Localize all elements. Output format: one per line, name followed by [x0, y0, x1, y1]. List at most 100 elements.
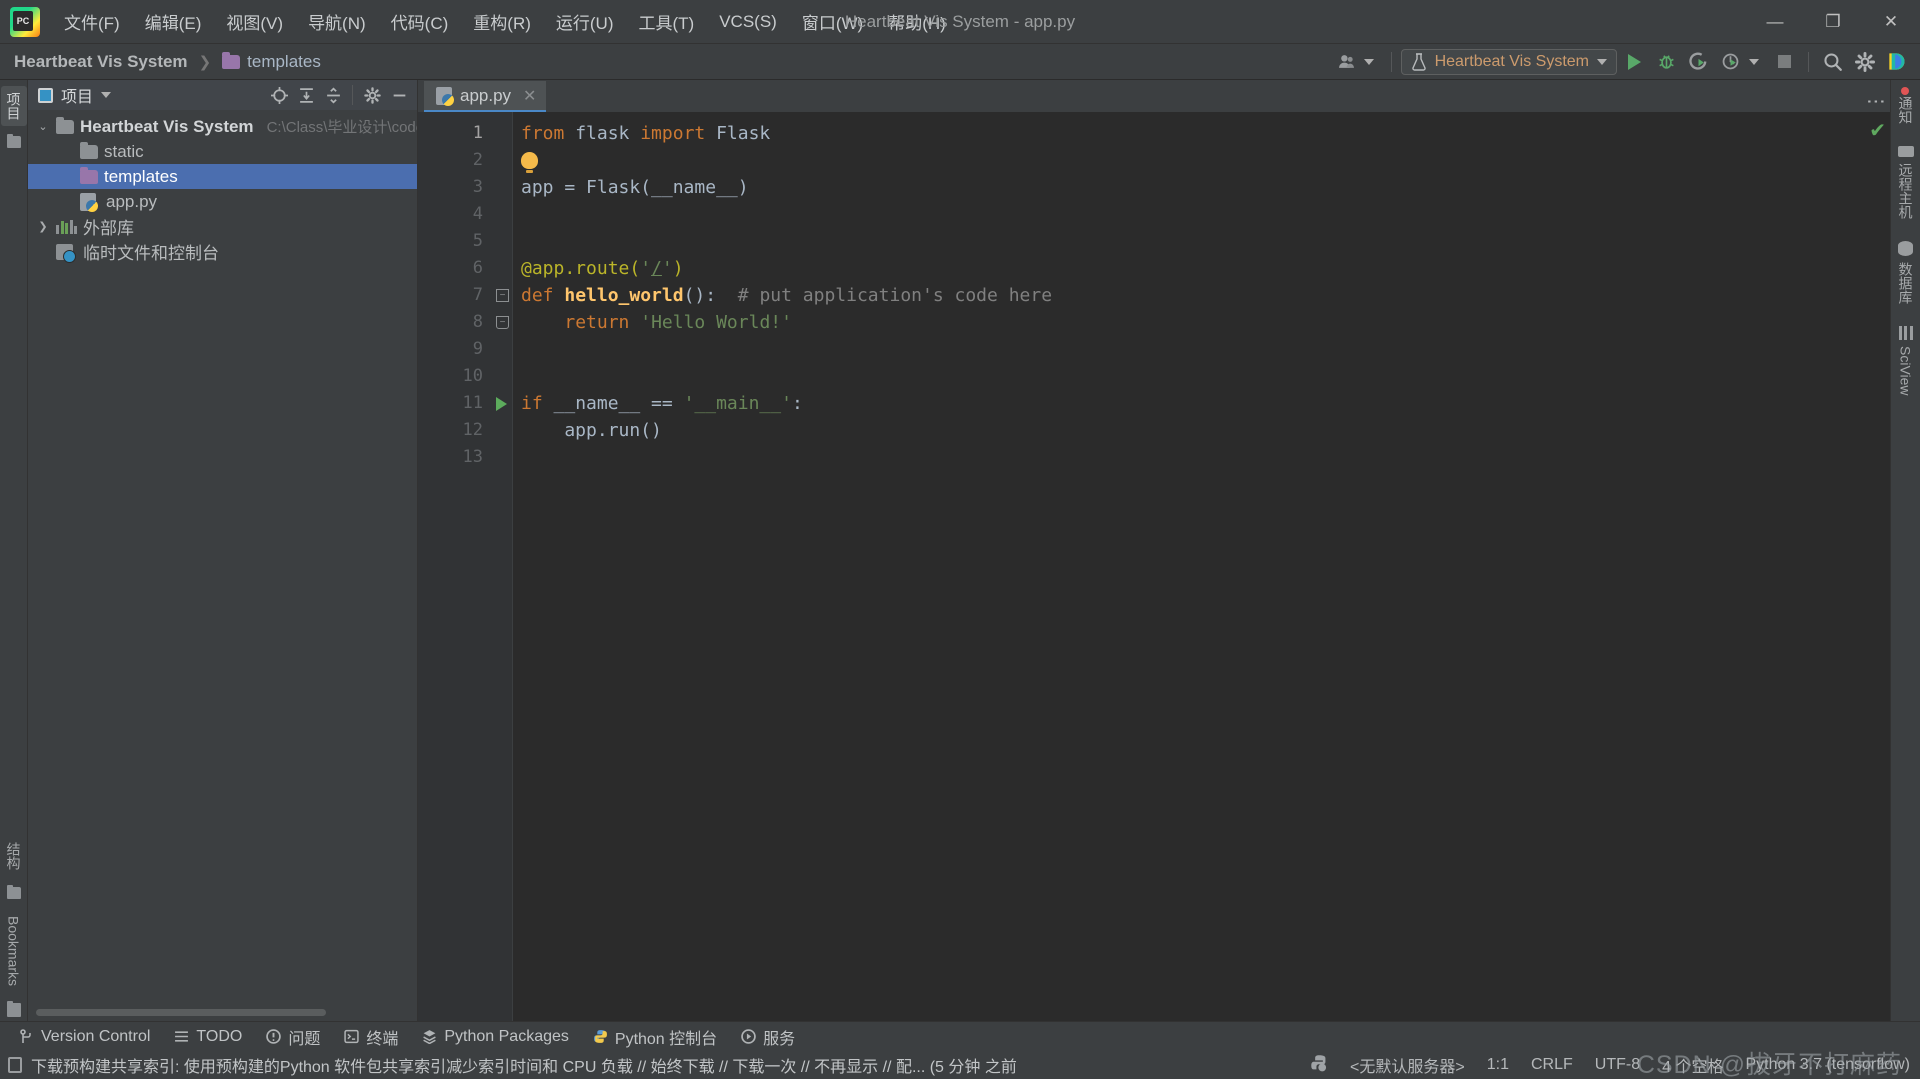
project-tool-window: 项目 — [28, 80, 418, 1021]
menu-item-refactor[interactable]: 重构(R) — [461, 4, 543, 39]
menu-item-help[interactable]: 帮助(H) — [876, 4, 958, 39]
editor-tab-bar: app.py ✕ ⋮ — [418, 80, 1890, 112]
sidebar-item-project[interactable]: 项目 — [1, 86, 27, 126]
tab-app-py[interactable]: app.py ✕ — [424, 81, 546, 112]
user-account-caret-icon[interactable] — [1364, 59, 1374, 65]
tree-row-templates[interactable]: templates — [28, 164, 417, 189]
fold-region-icon[interactable]: − — [496, 289, 509, 302]
settings-gear-icon[interactable] — [1850, 48, 1880, 76]
menu-item-navigate[interactable]: 导航(N) — [296, 4, 378, 39]
sidebar-item-label: 数据库 — [1896, 262, 1916, 304]
status-line-separator[interactable]: CRLF — [1531, 1056, 1573, 1074]
fold-region-end-icon[interactable]: − — [496, 316, 509, 329]
close-tab-icon[interactable]: ✕ — [523, 86, 536, 106]
sidebar-item-remote-host[interactable]: 远程主机 — [1896, 146, 1916, 219]
inspection-status-icon[interactable]: ✔ — [1869, 118, 1886, 143]
user-account-icon[interactable] — [1332, 48, 1362, 76]
menu-item-view[interactable]: 视图(V) — [214, 4, 295, 39]
profile-button[interactable] — [1715, 48, 1745, 76]
tool-window-label: Python 控制台 — [615, 1025, 717, 1049]
sidebar-item-bookmarks[interactable]: Bookmarks — [3, 909, 25, 993]
code-line-3: app = Flask(__name__) — [521, 174, 1868, 201]
line-number: 9 — [418, 336, 493, 363]
status-message[interactable]: 下载预构建共享索引: 使用预构建的Python 软件包共享索引减少索引时间和 C… — [31, 1053, 1017, 1077]
close-button[interactable]: ✕ — [1862, 0, 1920, 44]
tool-window-label: Python Packages — [444, 1028, 569, 1046]
code-line-8: return 'Hello World!' — [521, 309, 1868, 336]
run-with-coverage-button[interactable] — [1683, 48, 1713, 76]
menu-item-window[interactable]: 窗口(W) — [790, 4, 875, 39]
tree-row-external-libraries[interactable]: ❯ 外部库 — [28, 214, 417, 239]
run-configuration-selector[interactable]: Heartbeat Vis System — [1401, 49, 1617, 75]
tool-window-python-packages[interactable]: Python Packages — [411, 1024, 580, 1050]
project-files-icon[interactable] — [7, 136, 21, 148]
sidebar-item-structure[interactable]: 结构 — [1, 835, 27, 877]
expand-arrow-icon[interactable]: ⌄ — [36, 120, 50, 133]
expand-all-icon[interactable] — [294, 83, 318, 107]
tree-row-scratches[interactable]: 临时文件和控制台 — [28, 239, 417, 264]
tree-row-app-py[interactable]: app.py — [28, 189, 417, 214]
tool-window-python-console[interactable]: Python 控制台 — [582, 1021, 728, 1053]
breadcrumb-project[interactable]: Heartbeat Vis System — [14, 52, 188, 72]
sidebar-item-sciview[interactable]: SciView — [1898, 326, 1914, 396]
profile-dropdown-caret-icon[interactable] — [1749, 59, 1759, 65]
collapse-arrow-icon[interactable]: ❯ — [36, 220, 50, 233]
stop-button[interactable] — [1769, 48, 1799, 76]
line-number: 8 — [418, 309, 493, 336]
menu-item-file[interactable]: 文件(F) — [52, 4, 132, 39]
run-line-gutter-icon[interactable] — [496, 397, 507, 411]
datalore-icon[interactable] — [1882, 48, 1912, 76]
sidebar-item-label: 通知 — [1896, 96, 1916, 124]
run-configuration-caret-icon[interactable] — [1597, 59, 1607, 65]
bookmark-icon[interactable] — [7, 1003, 21, 1017]
status-interpreter[interactable]: Python 3.7 (tensorflow) — [1745, 1056, 1910, 1074]
breadcrumb-folder[interactable]: templates — [247, 52, 321, 72]
sidebar-item-database[interactable]: 数据库 — [1896, 241, 1916, 304]
line-number: 5 — [418, 228, 493, 255]
code-editor[interactable]: 1 2 3 4 5 6 7 8 9 10 11 12 13 — [418, 112, 1890, 1021]
tool-window-version-control[interactable]: Version Control — [8, 1024, 161, 1050]
editor-options-icon[interactable]: ⋮ — [1870, 92, 1880, 112]
menu-item-run[interactable]: 运行(U) — [544, 4, 626, 39]
menu-item-tools[interactable]: 工具(T) — [627, 4, 707, 39]
search-everywhere-icon[interactable] — [1818, 48, 1848, 76]
sidebar-item-notifications[interactable]: 通知 — [1896, 90, 1916, 124]
debug-button[interactable] — [1651, 48, 1681, 76]
tool-window-terminal[interactable]: 终端 — [333, 1021, 409, 1053]
status-message-icon — [8, 1057, 22, 1073]
structure-icon[interactable] — [7, 887, 21, 899]
project-tree[interactable]: ⌄ Heartbeat Vis System C:\Class\毕业设计\cod… — [28, 110, 417, 1008]
collapse-all-icon[interactable] — [321, 83, 345, 107]
status-indent[interactable]: 4 个空格 — [1662, 1053, 1723, 1077]
project-settings-gear-icon[interactable] — [360, 83, 384, 107]
run-button[interactable] — [1619, 48, 1649, 76]
terminal-icon — [344, 1029, 359, 1044]
select-opened-file-icon[interactable] — [267, 83, 291, 107]
status-encoding[interactable]: UTF-8 — [1595, 1056, 1640, 1074]
gutter-markers[interactable]: − − — [493, 112, 513, 1021]
editor-scrollbar-strip[interactable]: ✔ — [1868, 112, 1890, 1021]
code-line-12: app.run() — [521, 417, 1868, 444]
status-caret-position[interactable]: 1:1 — [1487, 1056, 1509, 1074]
code-text[interactable]: from flask import Flask app = Flask(__na… — [513, 112, 1868, 1021]
tool-window-label: 问题 — [288, 1025, 320, 1049]
hide-panel-icon[interactable] — [387, 83, 411, 107]
intention-bulb-icon[interactable] — [521, 152, 538, 169]
project-horizontal-scrollbar[interactable] — [36, 1008, 409, 1017]
tree-row-static[interactable]: static — [28, 139, 417, 164]
python-interpreter-badge-icon[interactable] — [1310, 1054, 1328, 1077]
maximize-button[interactable]: ❐ — [1804, 0, 1862, 44]
menu-item-code[interactable]: 代码(C) — [379, 4, 461, 39]
tool-window-problems[interactable]: 问题 — [255, 1021, 331, 1053]
folder-icon — [80, 170, 98, 184]
sciview-icon — [1899, 326, 1913, 340]
tool-window-services[interactable]: 服务 — [730, 1021, 806, 1053]
menu-item-edit[interactable]: 编辑(E) — [133, 4, 214, 39]
tool-window-todo[interactable]: TODO — [163, 1024, 253, 1050]
minimize-button[interactable]: — — [1746, 0, 1804, 44]
status-default-server[interactable]: <无默认服务器> — [1350, 1053, 1465, 1077]
tree-row-project-root[interactable]: ⌄ Heartbeat Vis System C:\Class\毕业设计\cod… — [28, 114, 417, 139]
project-view-caret-icon[interactable] — [101, 92, 111, 98]
tree-label: static — [104, 142, 144, 162]
menu-item-vcs[interactable]: VCS(S) — [707, 7, 789, 37]
